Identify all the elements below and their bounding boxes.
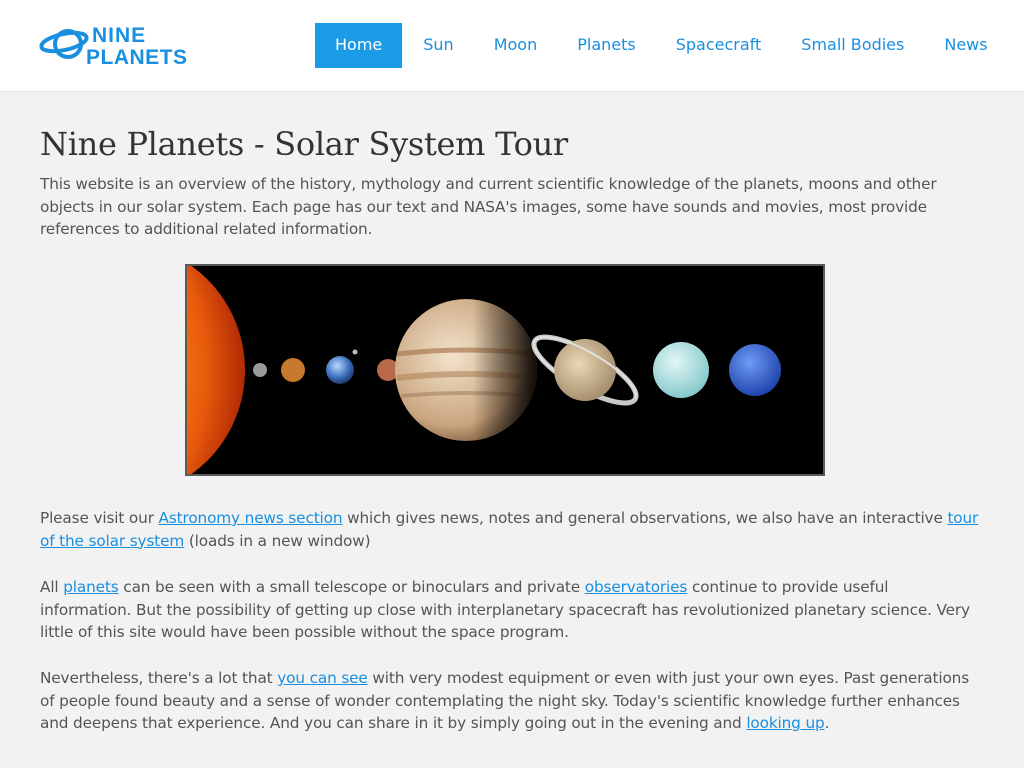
earth-icon [326,356,354,384]
planets-link[interactable]: planets [63,578,119,596]
nav-sun[interactable]: Sun [402,23,473,68]
planet-logo-icon: NINE PLANETS [39,24,188,68]
nav-spacecraft[interactable]: Spacecraft [656,23,782,68]
page-title: Nine Planets - Solar System Tour [40,125,568,163]
text-segment: Nevertheless, there's a lot that [40,669,278,687]
mercury-icon [253,363,267,377]
site-header: NINE PLANETS Home Sun Moon Planets Space… [0,0,1024,92]
nav-news[interactable]: News [924,23,1007,68]
text-segment: . [824,714,830,732]
you-can-see-link[interactable]: you can see [277,669,368,687]
logo-text-nine: NINE [92,24,146,47]
news-paragraph: Please visit our Astronomy news section … [40,507,980,552]
text-segment: All [40,578,64,596]
moon-icon [352,349,358,355]
nav-planets[interactable]: Planets [557,23,656,68]
looking-up-link[interactable]: looking up [746,714,824,732]
nav-moon[interactable]: Moon [474,23,558,68]
neptune-icon [729,344,781,396]
logo-text-planets: PLANETS [86,46,188,68]
saturn-icon [554,339,616,401]
uranus-icon [653,342,709,398]
planets-paragraph: All planets can be seen with a small tel… [40,576,980,644]
solar-system-image [185,264,825,476]
observatories-link[interactable]: observatories [585,578,688,596]
astronomy-news-link[interactable]: Astronomy news section [159,509,343,527]
site-logo[interactable]: NINE PLANETS [38,20,188,68]
intro-paragraph: This website is an overview of the histo… [40,175,937,238]
text-segment: Please visit our [40,509,159,527]
text-segment: which gives news, notes and general obse… [342,509,948,527]
venus-icon [281,358,305,382]
nav-small-bodies[interactable]: Small Bodies [781,23,924,68]
text-segment: can be seen with a small telescope or bi… [118,578,585,596]
night-sky-paragraph: Nevertheless, there's a lot that you can… [40,667,980,735]
nav-home[interactable]: Home [315,23,403,68]
text-segment: (loads in a new window) [184,531,371,550]
main-nav: Home Sun Moon Planets Spacecraft Small B… [315,23,1008,68]
main-content: Nine Planets - Solar System Tour This we… [40,92,980,732]
